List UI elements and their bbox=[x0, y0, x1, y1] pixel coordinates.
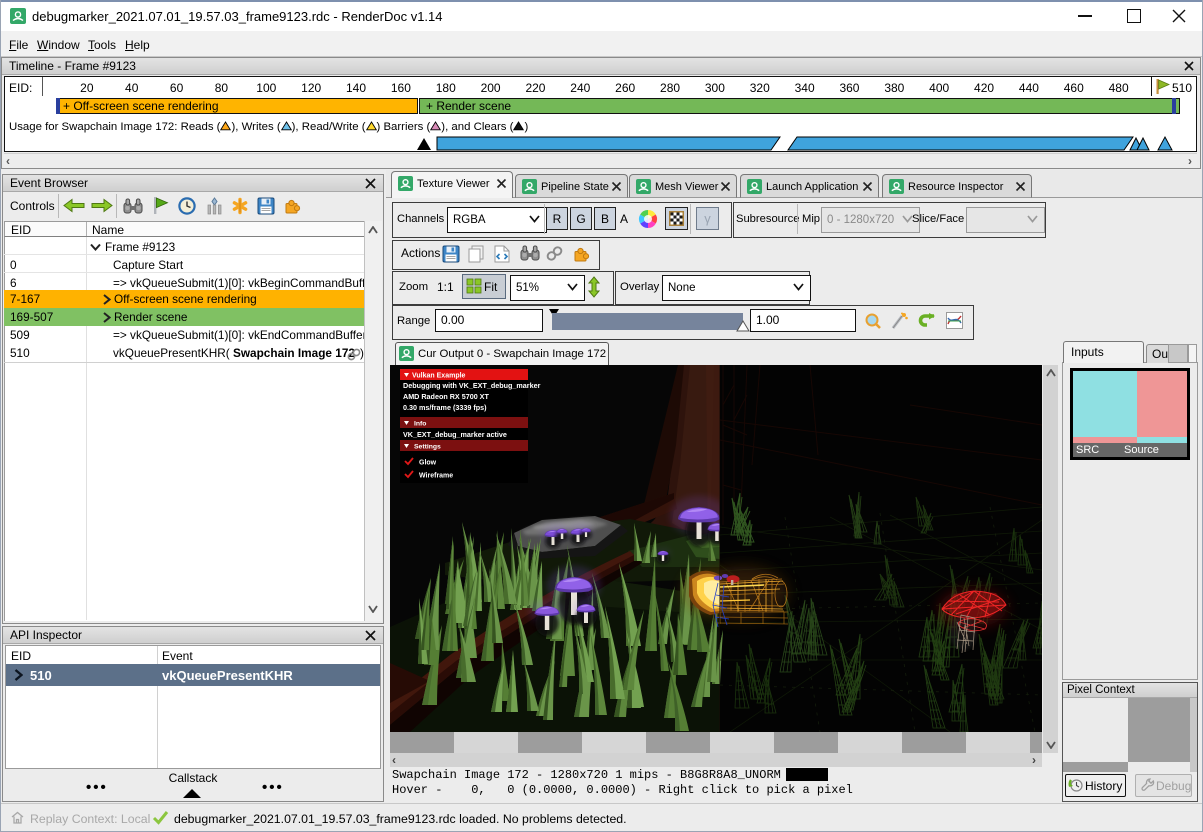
svg-text:Glow: Glow bbox=[419, 460, 437, 467]
svg-text:VK_EXT_debug_marker active: VK_EXT_debug_marker active bbox=[403, 430, 507, 439]
svg-text:Debugging with VK_EXT_debug_ma: Debugging with VK_EXT_debug_marker bbox=[403, 381, 541, 390]
svg-text:Settings: Settings bbox=[414, 444, 441, 451]
svg-text:Vulkan Example: Vulkan Example bbox=[412, 373, 466, 380]
svg-text:Info: Info bbox=[414, 421, 426, 428]
svg-text:0.30 ms/frame (3339 fps): 0.30 ms/frame (3339 fps) bbox=[403, 403, 487, 412]
svg-text:AMD Radeon RX 5700 XT: AMD Radeon RX 5700 XT bbox=[403, 392, 489, 401]
svg-text:Wireframe: Wireframe bbox=[419, 473, 453, 480]
